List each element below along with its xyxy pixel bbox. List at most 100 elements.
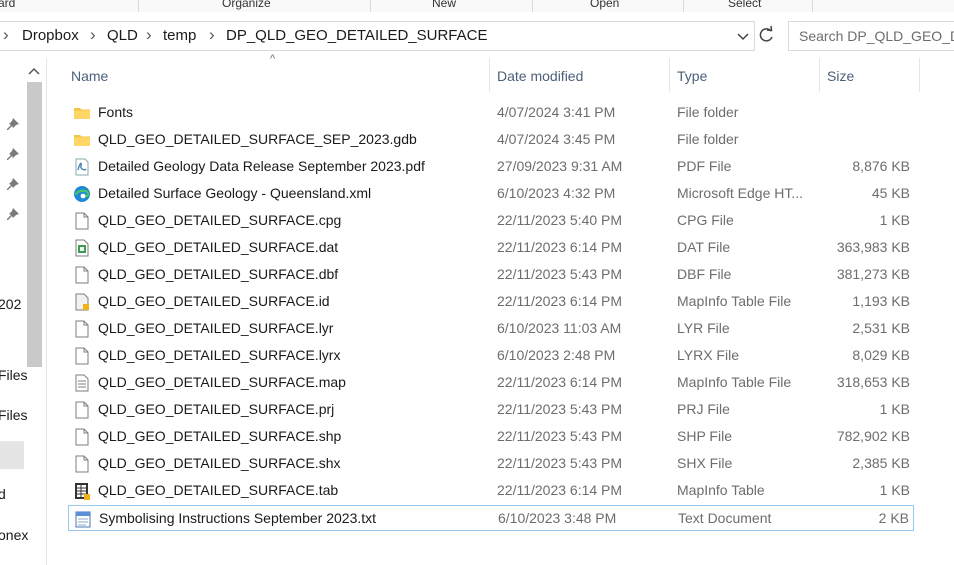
ribbon-group-organize: Organize <box>222 0 271 10</box>
nav-item[interactable]: 202 <box>0 296 21 312</box>
file-icon <box>73 455 91 473</box>
breadcrumb-current-folder[interactable]: DP_QLD_GEO_DETAILED_SURFACE <box>226 27 487 44</box>
file-type: Text Document <box>678 510 772 526</box>
address-row: › Dropbox › QLD › temp › DP_QLD_GEO_DETA… <box>0 21 954 51</box>
file-date-modified: 22/11/2023 5:43 PM <box>497 428 623 444</box>
column-header-name[interactable]: Name <box>60 58 490 94</box>
chevron-right-icon[interactable]: › <box>146 25 152 45</box>
file-row[interactable]: Detailed Surface Geology - Queensland.xm… <box>68 181 914 207</box>
file-type: File folder <box>677 104 739 120</box>
file-name: Fonts <box>98 104 134 120</box>
breadcrumb-qld[interactable]: QLD <box>107 27 138 44</box>
file-row[interactable]: QLD_GEO_DETAILED_SURFACE.shp 22/11/2023 5… <box>68 424 914 450</box>
pin-icon <box>7 118 19 130</box>
file-icon <box>73 347 91 365</box>
ribbon-group-select: Select <box>728 0 762 10</box>
file-type: SHP File <box>677 428 732 444</box>
file-row[interactable]: QLD_GEO_DETAILED_SURFACE.lyr 6/10/2023 11… <box>68 316 914 342</box>
file-row[interactable]: QLD_GEO_DETAILED_SURFACE.shx 22/11/2023 5… <box>68 451 914 477</box>
file-type: LYRX File <box>677 347 739 363</box>
file-type: LYR File <box>677 320 730 336</box>
ribbon-divider <box>683 0 684 12</box>
file-row[interactable]: QLD_GEO_DETAILED_SURFACE.map 22/11/2023 6… <box>68 370 914 396</box>
chevron-down-icon[interactable] <box>735 26 751 46</box>
mapinfo-file-icon <box>73 293 91 311</box>
file-date-modified: 22/11/2023 6:14 PM <box>497 482 623 498</box>
search-input[interactable]: Search DP_QLD_GEO_DE <box>799 28 954 44</box>
file-row[interactable]: QLD_GEO_DETAILED_SURFACE.id 22/11/2023 6:… <box>68 289 914 315</box>
file-size: 1 KB <box>879 401 910 417</box>
ribbon-group-labels: ard Organize New Open Select <box>0 0 954 12</box>
column-header-label: Date modified <box>497 68 584 84</box>
nav-item[interactable]: Files <box>0 367 28 383</box>
file-size: 381,273 KB <box>836 266 910 282</box>
ribbon-divider <box>138 0 139 12</box>
breadcrumb-dropbox[interactable]: Dropbox <box>22 27 79 44</box>
breadcrumb-temp[interactable]: temp <box>163 27 196 44</box>
file-date-modified: 22/11/2023 5:43 PM <box>497 266 623 282</box>
pdf-icon <box>73 158 91 176</box>
file-name: QLD_GEO_DETAILED_SURFACE.lyr <box>98 320 334 336</box>
nav-item[interactable]: d <box>0 486 6 502</box>
column-header-date-modified[interactable]: Date modified <box>490 58 670 94</box>
ribbon-group-new: New <box>432 0 457 10</box>
nav-scrollbar-thumb[interactable] <box>27 82 42 367</box>
file-date-modified: 6/10/2023 4:32 PM <box>497 185 616 201</box>
file-type: MapInfo Table File <box>677 374 792 390</box>
text-file-icon <box>73 374 91 392</box>
file-name: Detailed Surface Geology - Queensland.xm… <box>98 185 372 201</box>
file-date-modified: 22/11/2023 5:43 PM <box>497 455 623 471</box>
file-icon <box>73 212 91 230</box>
file-row[interactable]: Symbolising Instructions September 2023.… <box>68 505 914 531</box>
file-row[interactable]: Detailed Geology Data Release September … <box>68 154 914 180</box>
folder-icon <box>73 104 91 122</box>
file-type: MapInfo Table <box>677 482 765 498</box>
pin-icon <box>7 208 19 220</box>
file-row[interactable]: QLD_GEO_DETAILED_SURFACE.dbf 22/11/2023 5… <box>68 262 914 288</box>
file-size: 8,876 KB <box>852 158 910 174</box>
file-date-modified: 22/11/2023 5:40 PM <box>497 212 623 228</box>
file-date-modified: 6/10/2023 2:48 PM <box>497 347 616 363</box>
file-row[interactable]: QLD_GEO_DETAILED_SURFACE.tab 22/11/2023 6… <box>68 478 914 504</box>
column-divider[interactable] <box>919 58 920 92</box>
nav-item[interactable]: onex <box>0 527 28 543</box>
file-row[interactable]: QLD_GEO_DETAILED_SURFACE.prj 22/11/2023 5… <box>68 397 914 423</box>
file-type: SHX File <box>677 455 733 471</box>
column-header-label: Name <box>71 68 109 84</box>
file-row[interactable]: QLD_GEO_DETAILED_SURFACE.lyrx 6/10/2023 2… <box>68 343 914 369</box>
file-row[interactable]: QLD_GEO_DETAILED_SURFACE.cpg 22/11/2023 5… <box>68 208 914 234</box>
address-bar[interactable]: › Dropbox › QLD › temp › DP_QLD_GEO_DETA… <box>0 21 755 51</box>
file-size: 2,385 KB <box>852 455 910 471</box>
chevron-right-icon[interactable]: › <box>209 25 215 45</box>
search-box[interactable]: Search DP_QLD_GEO_DE <box>788 21 954 51</box>
file-name: QLD_GEO_DETAILED_SURFACE.map <box>98 374 346 390</box>
column-header-size[interactable]: Size <box>820 58 920 94</box>
file-row[interactable]: QLD_GEO_DETAILED_SURFACE_SEP_2023.gdb 4/0… <box>68 127 914 153</box>
nav-item-selected[interactable] <box>0 441 24 469</box>
file-name: QLD_GEO_DETAILED_SURFACE.dat <box>98 239 339 255</box>
file-date-modified: 22/11/2023 6:14 PM <box>497 293 623 309</box>
column-header-label: Type <box>677 68 708 84</box>
file-size: 45 KB <box>871 185 910 201</box>
file-name: QLD_GEO_DETAILED_SURFACE.shp <box>98 428 342 444</box>
nav-item[interactable]: Files <box>0 407 28 423</box>
file-type: MapInfo Table File <box>677 293 792 309</box>
column-header-type[interactable]: Type <box>670 58 820 94</box>
chevron-right-icon[interactable]: › <box>90 25 96 45</box>
file-icon <box>73 266 91 284</box>
file-row[interactable]: QLD_GEO_DETAILED_SURFACE.dat 22/11/2023 6… <box>68 235 914 261</box>
ribbon-group-open: Open <box>590 0 620 10</box>
scroll-up-icon[interactable] <box>24 62 44 82</box>
column-header-label: Size <box>827 68 855 84</box>
file-date-modified: 22/11/2023 5:43 PM <box>497 401 623 417</box>
chevron-right-icon[interactable]: › <box>3 25 9 45</box>
file-icon <box>73 401 91 419</box>
file-size: 1,193 KB <box>852 293 910 309</box>
pin-icon <box>7 148 19 160</box>
ribbon-divider <box>370 0 371 12</box>
mapinfo-table-icon <box>73 482 91 500</box>
file-date-modified: 27/09/2023 9:31 AM <box>497 158 623 174</box>
file-row[interactable]: Fonts 4/07/2024 3:41 PM File folder <box>68 100 914 126</box>
file-size: 8,029 KB <box>852 347 910 363</box>
refresh-icon[interactable] <box>756 21 776 49</box>
